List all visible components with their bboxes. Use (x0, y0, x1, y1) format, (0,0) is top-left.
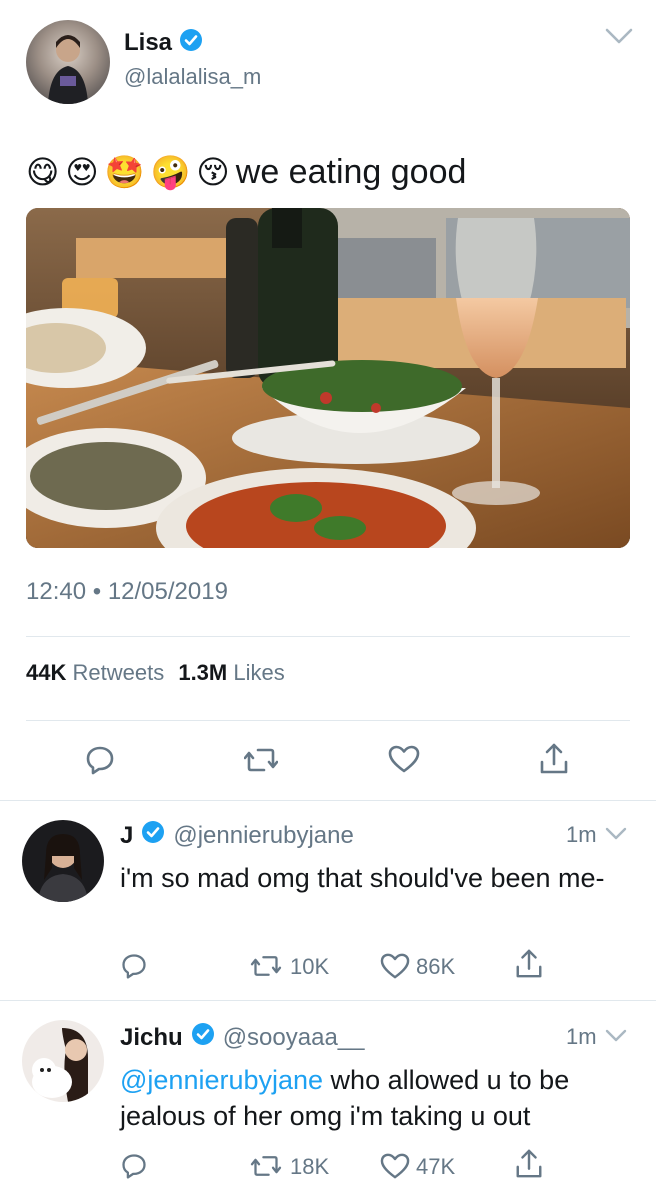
reply-time: 1m (566, 1024, 597, 1049)
food-photo (26, 208, 630, 548)
tweet-timestamp[interactable]: 12:40 • 12/05/2019 (26, 578, 228, 606)
author-row: Lisa (124, 28, 203, 59)
reply-avatar[interactable] (22, 1020, 104, 1102)
share-icon[interactable] (514, 948, 544, 985)
reply-avatar[interactable] (22, 820, 104, 902)
like-count: 47K (416, 1154, 456, 1179)
retweet-count[interactable]: 44K (26, 660, 66, 685)
timestamp-separator: • (92, 578, 102, 605)
reply-time: 1m (566, 822, 597, 847)
display-name[interactable]: Lisa (124, 29, 172, 56)
divider (0, 800, 656, 801)
divider (26, 720, 630, 721)
verified-badge-icon (141, 820, 165, 851)
like-count[interactable]: 1.3M (178, 660, 227, 685)
reply-avatar-photo (38, 834, 88, 902)
retweet-icon[interactable] (243, 744, 279, 781)
reply-handle[interactable]: @jennierubyjane (173, 822, 353, 850)
tweet-date: 12/05/2019 (107, 578, 228, 605)
reply-author-row: Jichu @sooyaaa__ (120, 1022, 364, 1053)
reply-display-name[interactable]: Jichu (120, 1024, 183, 1052)
emoji-star-struck: 🤩 (104, 153, 145, 191)
tweet-image[interactable] (26, 208, 630, 548)
emoji-kissing: 😚 (196, 153, 230, 191)
avatar-photo (48, 35, 88, 104)
reply-icon[interactable] (120, 952, 148, 985)
retweet-count: 10K (290, 954, 330, 979)
retweet-icon[interactable] (250, 1152, 282, 1185)
retweet-label[interactable]: Retweets (72, 660, 164, 685)
reply-icon[interactable] (120, 1152, 148, 1185)
mention-link[interactable]: @jennierubyjane (120, 1065, 323, 1095)
tweet-text: we eating good (235, 153, 467, 191)
tweet-stats: 44K Retweets 1.3M Likes (26, 660, 285, 686)
reply-text: i'm so mad omg that should've been me- (120, 863, 605, 893)
retweet-icon[interactable] (250, 952, 282, 985)
emoji-yum: 😋 (26, 153, 60, 191)
tweet-text-row: 😋 😍 🤩 🤪 😚 we eating good (26, 150, 466, 194)
like-icon[interactable] (380, 952, 410, 985)
share-icon[interactable] (514, 1148, 544, 1185)
like-count: 86K (416, 954, 456, 979)
retweet-count: 18K (290, 1154, 330, 1179)
verified-badge-icon (179, 28, 203, 59)
chevron-down-icon[interactable] (604, 1028, 628, 1049)
emoji-heart-eyes: 😍 (65, 153, 99, 191)
avatar[interactable] (26, 20, 110, 104)
reply-handle[interactable]: @sooyaaa__ (223, 1024, 365, 1052)
like-icon[interactable] (380, 1152, 410, 1185)
reply-avatar-photo (32, 1028, 88, 1102)
chevron-down-icon[interactable] (604, 826, 628, 847)
like-icon[interactable] (388, 744, 420, 779)
chevron-down-icon[interactable] (604, 26, 634, 51)
share-icon[interactable] (538, 742, 570, 781)
reply-author-row: J @jennierubyjane (120, 820, 354, 851)
verified-badge-icon (191, 1022, 215, 1053)
divider (26, 636, 630, 637)
tweet-time: 12:40 (26, 578, 87, 605)
reply-display-name[interactable]: J (120, 822, 133, 850)
reply-icon[interactable] (84, 744, 116, 781)
like-label[interactable]: Likes (233, 660, 284, 685)
emoji-zany: 🤪 (150, 153, 191, 191)
divider (0, 1000, 656, 1001)
reply-text-block: @jennierubyjane who allowed u to be jeal… (120, 1062, 620, 1134)
author-handle[interactable]: @lalalalisa_m (124, 64, 261, 90)
